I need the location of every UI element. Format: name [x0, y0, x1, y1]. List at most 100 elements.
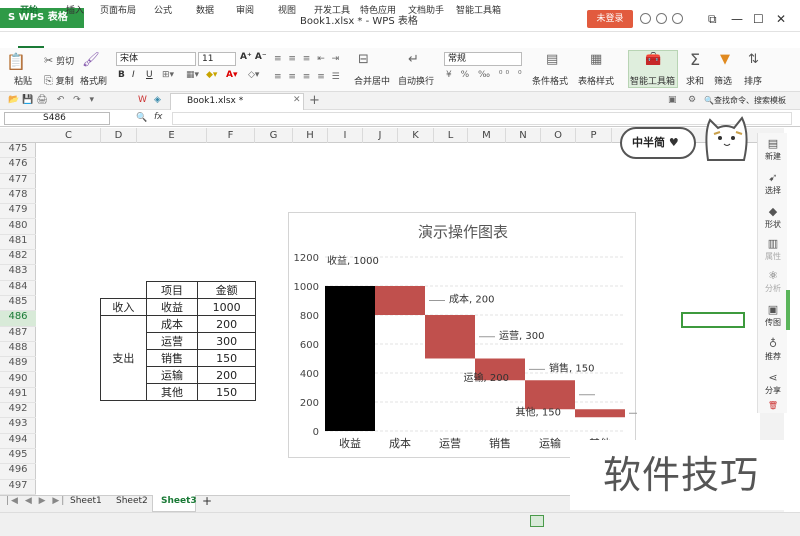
font-color-icon[interactable]: A▾	[226, 70, 237, 80]
selected-cell[interactable]	[681, 312, 745, 328]
row-header-cell[interactable]: 496	[0, 464, 36, 480]
column-header-cell[interactable]: G	[255, 128, 293, 143]
item-cell[interactable]: 其他	[145, 383, 199, 401]
document-tab[interactable]: Book1.xlsx *	[170, 93, 304, 110]
wrap-text-button[interactable]: 自动换行	[398, 74, 434, 87]
minimize-button[interactable]: —	[731, 12, 743, 26]
amount-cell[interactable]: 300	[197, 332, 256, 350]
table-style-button[interactable]: 表格样式	[578, 74, 614, 87]
row-header-cell[interactable]: 494	[0, 434, 36, 449]
filter-icon[interactable]: ▼	[720, 52, 730, 67]
row-header-cell[interactable]: 485	[0, 296, 36, 312]
row-header-cell[interactable]: 475	[0, 143, 36, 159]
smart-toolbox-button[interactable]: 智能工具箱	[630, 74, 675, 87]
amount-cell[interactable]: 1000	[197, 298, 256, 316]
quick-access-icons[interactable]: 📂💾🖨 ↶ ↷ ▾	[8, 95, 97, 105]
settings-icon[interactable]: ⚙	[688, 95, 696, 105]
align-icons-top[interactable]: ≡ ≡ ≡ ⇤ ⇥	[274, 54, 341, 64]
account-icon[interactable]: ▣	[668, 95, 677, 105]
row-header-cell[interactable]: 486	[0, 311, 36, 327]
number-format-icons[interactable]: ¥ % ‰ ⁰⁰ ⁰	[446, 70, 525, 80]
paste-button[interactable]: 粘贴	[14, 74, 32, 87]
sheet-tab-active[interactable]: Sheet3	[161, 496, 197, 506]
search-command-box[interactable]: 🔍查找命令、搜索模板	[704, 95, 786, 106]
cond-format-button[interactable]: 条件格式	[532, 74, 568, 87]
row-header-cell[interactable]: 491	[0, 388, 36, 404]
menu-tab[interactable]: 开发工具	[314, 3, 350, 16]
menu-tab[interactable]: 开始	[20, 3, 38, 16]
column-header-cell[interactable]: F	[207, 128, 255, 143]
amount-cell[interactable]: 150	[197, 383, 256, 401]
column-header-cell[interactable]: C	[37, 128, 101, 143]
menu-tab[interactable]: 页面布局	[100, 3, 136, 16]
wrap-text-icon[interactable]: ↵	[408, 52, 419, 67]
sidebar-item-recommend[interactable]: ♁ 推荐	[758, 337, 788, 362]
normal-view-icon[interactable]	[530, 515, 544, 527]
amount-cell[interactable]: 200	[197, 315, 256, 333]
column-header-cell[interactable]: K	[398, 128, 434, 143]
new-tab-icon[interactable]: +	[309, 93, 320, 108]
bold-button[interactable]: B	[118, 70, 125, 80]
clear-format-icon[interactable]: ◇▾	[248, 70, 259, 80]
cond-format-icon[interactable]: ▤	[546, 52, 558, 67]
table-style-icon[interactable]: ▦	[590, 52, 602, 67]
login-button[interactable]: 未登录	[587, 10, 633, 28]
column-header-cell[interactable]: P	[576, 128, 612, 143]
column-header-cell[interactable]: I	[328, 128, 363, 143]
menu-tab[interactable]: 公式	[154, 3, 172, 16]
income-group-cell[interactable]: 收入	[100, 298, 147, 316]
format-painter-icon[interactable]: 🖌	[82, 52, 100, 68]
amount-cell[interactable]: 200	[197, 366, 256, 384]
skin-icon[interactable]	[640, 13, 651, 24]
name-box[interactable]: S486	[4, 112, 110, 125]
grow-font-button[interactable]: A⁺ A⁻	[240, 52, 267, 62]
expense-group-cell[interactable]: 支出	[100, 315, 147, 401]
header-amount-cell[interactable]: 金额	[197, 281, 256, 299]
sort-icon[interactable]: ⇅	[748, 52, 759, 67]
sheet-nav-icons[interactable]: |◀ ◀ ▶ ▶|	[6, 496, 66, 506]
sidebar-item-share[interactable]: ⋖ 分享	[758, 371, 788, 396]
formula-input[interactable]	[172, 112, 792, 125]
row-header-cell[interactable]: 479	[0, 204, 36, 220]
filter-button[interactable]: 筛选	[714, 74, 732, 87]
menu-tab[interactable]: 文档助手	[408, 3, 444, 16]
sidebar-item-select[interactable]: ➹ 选择	[758, 171, 788, 196]
sum-icon[interactable]: Σ	[690, 50, 700, 69]
panel-resize-handle[interactable]	[786, 290, 790, 330]
item-cell[interactable]: 运营	[145, 332, 199, 350]
menu-tab[interactable]: 数据	[196, 3, 214, 16]
column-header-cell[interactable]: H	[293, 128, 328, 143]
row-header-cell[interactable]: 484	[0, 281, 36, 296]
help-icon[interactable]	[672, 13, 683, 24]
menu-tab[interactable]: 审阅	[236, 3, 254, 16]
row-header-cell[interactable]: 480	[0, 220, 36, 235]
maximize-button[interactable]: ☐	[753, 12, 764, 26]
copy-button[interactable]: ⎘ 复制	[44, 74, 74, 88]
merge-center-button[interactable]: 合并居中	[354, 74, 390, 87]
row-header-cell[interactable]: 481	[0, 235, 36, 251]
sidebar-item-analyze[interactable]: ⚛ 分析	[758, 269, 788, 294]
trash-icon[interactable]: 🗑	[758, 401, 788, 410]
row-header-cell[interactable]: 477	[0, 174, 36, 189]
format-painter-button[interactable]: 格式刷	[80, 74, 107, 87]
merge-center-icon[interactable]: ⊟	[358, 52, 369, 67]
align-icons-bottom[interactable]: ≡ ≡ ≡ ≡ ☰	[274, 72, 342, 82]
row-header-cell[interactable]: 488	[0, 342, 36, 358]
column-header-cell[interactable]: L	[434, 128, 468, 143]
column-header-cell[interactable]: J	[363, 128, 398, 143]
menu-tab[interactable]: 智能工具箱	[456, 3, 501, 16]
menu-tab[interactable]: 视图	[278, 3, 296, 16]
italic-button[interactable]: I	[132, 70, 135, 80]
row-header-cell[interactable]: 490	[0, 373, 36, 388]
underline-button[interactable]: U	[146, 70, 153, 80]
amount-cell[interactable]: 150	[197, 349, 256, 367]
add-sheet-icon[interactable]: +	[202, 494, 212, 508]
fill-color-icon[interactable]: ◆▾	[206, 70, 217, 80]
item-cell[interactable]: 运输	[145, 366, 199, 384]
sidebar-item-shape[interactable]: ◆ 形状	[758, 205, 788, 230]
merge-icon[interactable]: ▦▾	[186, 70, 199, 80]
font-size-select[interactable]: 11	[198, 52, 236, 66]
sort-button[interactable]: 排序	[744, 74, 762, 87]
restore-icon[interactable]: ⧉	[708, 12, 717, 27]
item-cell[interactable]: 收益	[145, 298, 199, 316]
